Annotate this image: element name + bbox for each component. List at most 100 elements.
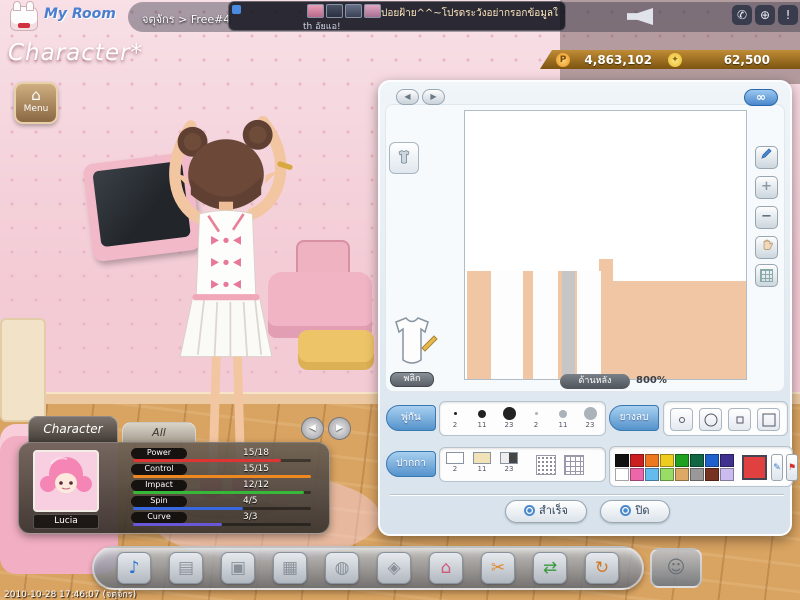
globe-icon[interactable]: ⊕ <box>755 5 775 25</box>
palette-color-swatch[interactable] <box>690 454 704 467</box>
grid-pattern-button[interactable] <box>564 455 584 475</box>
toolbar-cap-icon[interactable]: ◍ <box>325 552 359 584</box>
exchange-icon: ⇄ <box>542 558 558 578</box>
palette-color-swatch[interactable] <box>675 454 689 467</box>
stat-bar-track <box>133 491 311 494</box>
mobile-icon[interactable]: ✆ <box>732 5 752 25</box>
timestamp: 2010-10-28 17:46:07 (จตุจักร) <box>4 590 137 600</box>
stat-row: Power 15/18 <box>131 448 325 463</box>
minifigure-button[interactable]: ☺ <box>650 548 702 588</box>
pan-hand-button[interactable] <box>755 236 778 259</box>
toolbar-gift-icon[interactable]: ▣ <box>221 552 255 584</box>
pixel-block <box>605 281 746 379</box>
nav-back-button[interactable]: ◀ <box>396 89 419 105</box>
mascot-icon <box>10 1 38 31</box>
palette-color-swatch[interactable] <box>705 454 719 467</box>
pen-size-button[interactable]: 2 <box>443 450 467 481</box>
pencil-mode-button[interactable]: ✎ <box>771 454 783 481</box>
palette-color-swatch[interactable] <box>660 468 674 481</box>
palette-grid <box>615 454 734 481</box>
tab-pen[interactable]: ปากกา <box>386 451 436 477</box>
pang-amount: 4,863,102 <box>584 52 652 67</box>
brush-size-button[interactable]: 23 <box>497 404 521 435</box>
brush-dot-icon <box>559 409 567 418</box>
toolbar-design-icon[interactable]: ✂ <box>481 552 515 584</box>
eraser-shape-button[interactable] <box>757 408 780 431</box>
pixel-block <box>562 271 575 379</box>
tab-all[interactable]: All <box>122 422 196 442</box>
fill-flag-button[interactable]: ⚑ <box>786 454 798 481</box>
grid-toggle-button[interactable] <box>755 264 778 287</box>
menu-button[interactable]: ⌂ Menu <box>14 82 58 124</box>
palette-color-swatch[interactable] <box>645 468 659 481</box>
toolbar-bag-icon[interactable]: ◈ <box>377 552 411 584</box>
eraser-shape-button[interactable] <box>699 408 722 431</box>
zoom-in-button[interactable]: + <box>755 176 778 199</box>
eraser-shape-button[interactable] <box>670 408 693 431</box>
toolbar-refresh-icon[interactable]: ↻ <box>585 552 619 584</box>
stat-label: Power <box>131 448 187 459</box>
myroom-logo[interactable]: My Room <box>6 1 131 32</box>
brush-size-button[interactable]: 2 <box>524 404 548 435</box>
toolbar-wardrobe-icon[interactable]: ▦ <box>273 552 307 584</box>
design-canvas[interactable] <box>464 110 747 380</box>
brush-size-button[interactable]: 2 <box>443 404 467 435</box>
toolbar-exchange-icon[interactable]: ⇄ <box>533 552 567 584</box>
scissors-icon: ✂ <box>490 558 506 578</box>
palette-color-swatch[interactable] <box>615 468 629 481</box>
flip-button[interactable]: พลิก <box>390 372 434 387</box>
point-coin-icon: ✦ <box>668 52 682 67</box>
chat-box[interactable]: ปอยฝ้าย^^~โปรดระวังอย่ากรอกข้อมูลใ th อั… <box>228 1 566 31</box>
stat-row: Impact 12/12 <box>131 480 325 495</box>
pencil-tool-button[interactable] <box>755 146 778 169</box>
eraser-shape-button[interactable] <box>728 408 751 431</box>
palette-color-swatch[interactable] <box>630 454 644 467</box>
nav-forward-button[interactable]: ▶ <box>422 89 445 105</box>
stat-bar-track <box>133 507 311 510</box>
brush-size-label: 2 <box>533 421 539 429</box>
pen-size-button[interactable]: 23 <box>497 450 521 481</box>
garment-preview[interactable] <box>384 314 440 368</box>
tab-brush[interactable]: พู่กัน <box>386 405 436 431</box>
palette-color-swatch[interactable] <box>720 468 734 481</box>
tank-top-icon <box>395 317 438 364</box>
tab-character[interactable]: Character <box>28 416 118 442</box>
toolbar-music-icon[interactable]: ♪ <box>117 552 151 584</box>
palette-color-swatch[interactable] <box>690 468 704 481</box>
close-button[interactable]: ปิด <box>600 500 670 523</box>
pen-size-button[interactable]: 11 <box>470 450 494 481</box>
alert-icon[interactable]: ! <box>778 5 798 25</box>
garment-slot-button[interactable] <box>389 142 419 174</box>
pang-coin-icon: P <box>556 52 570 67</box>
brush-size-button[interactable]: 11 <box>551 404 575 435</box>
brush-size-button[interactable]: 11 <box>470 404 494 435</box>
chat-indicator-icon <box>232 5 241 14</box>
close-label: ปิด <box>635 504 650 517</box>
palette-color-swatch[interactable] <box>720 454 734 467</box>
palette-color-swatch[interactable] <box>645 454 659 467</box>
link-button[interactable]: ∞ <box>744 89 778 106</box>
tab-eraser[interactable]: ยางลบ <box>609 405 659 431</box>
bottom-toolbar: ♪ ▤ ▣ ▦ ◍ ◈ ⌂ ✂ ⇄ ↻ <box>92 546 644 590</box>
zoom-out-button[interactable]: − <box>755 206 778 229</box>
palette-color-swatch[interactable] <box>615 454 629 467</box>
palette-color-swatch[interactable] <box>660 454 674 467</box>
current-color-swatch[interactable] <box>742 455 767 480</box>
pen-swatch-icon <box>473 452 491 464</box>
brush-size-button[interactable]: 23 <box>578 404 602 435</box>
palette-color-swatch[interactable] <box>630 468 644 481</box>
character-name: Lucia <box>33 514 99 529</box>
palette-color-swatch[interactable] <box>675 468 689 481</box>
brush-dot-icon <box>583 407 597 420</box>
stat-bar-track <box>133 475 311 478</box>
toolbar-room-icon[interactable]: ⌂ <box>429 552 463 584</box>
stats-next-button[interactable]: ▶ <box>328 417 351 440</box>
toolbar-inventory-icon[interactable]: ▤ <box>169 552 203 584</box>
confirm-button[interactable]: สำเร็จ <box>505 500 587 523</box>
stipple-pattern-button[interactable] <box>536 455 556 475</box>
stats-prev-button[interactable]: ◀ <box>301 417 324 440</box>
palette-color-swatch[interactable] <box>705 468 719 481</box>
room-icon: ⌂ <box>440 558 452 578</box>
wardrobe-icon: ▦ <box>281 558 299 578</box>
system-icons: ✆ ⊕ ! ⚙ <box>732 5 800 25</box>
